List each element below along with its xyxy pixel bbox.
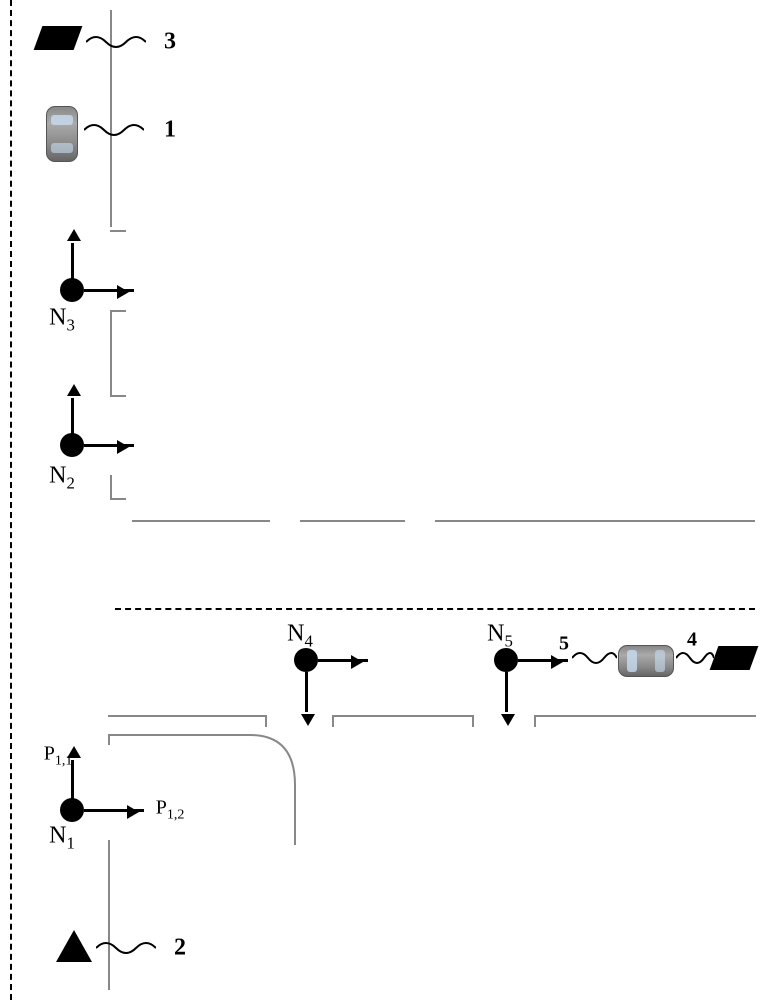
label-n4: N4 bbox=[287, 621, 313, 652]
callout-number-1: 1 bbox=[164, 117, 176, 144]
label-n1: N1 bbox=[49, 823, 75, 854]
node-n3 bbox=[60, 278, 84, 302]
text: N bbox=[49, 305, 66, 331]
triangle-icon bbox=[56, 930, 92, 962]
callout-number-5: 5 bbox=[559, 633, 569, 656]
axis-arrow bbox=[518, 659, 568, 662]
road-line bbox=[108, 735, 110, 745]
road-line bbox=[534, 715, 756, 717]
callout-leader bbox=[84, 122, 144, 134]
axis-arrow bbox=[84, 809, 144, 812]
text: 5 bbox=[504, 631, 512, 650]
road-line bbox=[110, 310, 112, 395]
label-n2: N2 bbox=[49, 463, 75, 494]
callout-leader bbox=[572, 650, 617, 662]
text: 4 bbox=[304, 631, 312, 650]
axis-arrow bbox=[84, 444, 134, 447]
road-line bbox=[110, 215, 112, 227]
text: 2 bbox=[66, 473, 74, 492]
text: 1,1 bbox=[55, 754, 73, 769]
parallelogram-icon bbox=[710, 646, 759, 670]
axis-arrow bbox=[84, 289, 134, 292]
label-p12: P1,2 bbox=[156, 797, 185, 824]
text: N bbox=[49, 823, 66, 849]
text: P bbox=[156, 797, 167, 819]
road-line bbox=[534, 715, 536, 727]
road-line bbox=[110, 498, 126, 500]
text: N bbox=[287, 621, 304, 647]
road-line bbox=[472, 715, 474, 727]
node-n1 bbox=[60, 798, 84, 822]
label-n5: N5 bbox=[487, 621, 513, 652]
car-icon bbox=[618, 645, 674, 677]
text: N bbox=[487, 621, 504, 647]
text: N bbox=[49, 463, 66, 489]
callout-number-2: 2 bbox=[174, 935, 186, 962]
text: P bbox=[44, 743, 55, 765]
road-line bbox=[132, 520, 270, 522]
road-line bbox=[332, 715, 334, 727]
road-line bbox=[110, 310, 126, 312]
callout-leader bbox=[86, 34, 146, 46]
node-n5 bbox=[494, 648, 518, 672]
text: 1 bbox=[66, 833, 74, 852]
axis-arrow bbox=[71, 243, 74, 281]
text: 1,2 bbox=[167, 808, 185, 823]
road-line bbox=[110, 395, 126, 397]
road-center-dashed bbox=[115, 608, 755, 610]
node-n4 bbox=[294, 648, 318, 672]
parallelogram-icon bbox=[34, 26, 83, 50]
left-dashed-axis bbox=[10, 0, 12, 1000]
text: 3 bbox=[66, 315, 74, 334]
road-line bbox=[332, 715, 472, 717]
road-line bbox=[108, 840, 110, 990]
callout-number-3: 3 bbox=[164, 29, 176, 56]
callout-leader bbox=[676, 650, 714, 662]
callout-leader bbox=[96, 940, 156, 952]
car-icon bbox=[46, 106, 78, 162]
road-line bbox=[435, 520, 755, 522]
road-line bbox=[110, 230, 126, 232]
label-p11: P1,1 bbox=[44, 743, 73, 770]
callout-number-4: 4 bbox=[687, 629, 697, 652]
node-n2 bbox=[60, 433, 84, 457]
label-n3: N3 bbox=[49, 305, 75, 336]
axis-arrow bbox=[305, 672, 308, 712]
road-line bbox=[300, 520, 405, 522]
axis-arrow bbox=[318, 659, 368, 662]
axis-arrow bbox=[71, 398, 74, 436]
diagram-stage: { "labels": { "n1": "N", "n1_sub": "1", … bbox=[0, 0, 766, 1000]
road-curve bbox=[95, 715, 345, 845]
road-line bbox=[110, 475, 112, 500]
axis-arrow bbox=[505, 672, 508, 712]
